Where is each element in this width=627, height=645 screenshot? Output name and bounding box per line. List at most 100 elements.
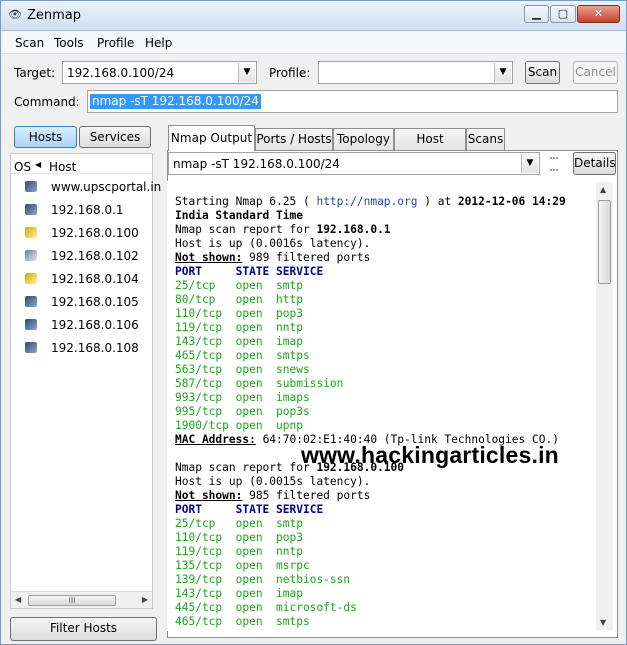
- command-value: nmap -sT 192.168.0.100/24: [90, 94, 261, 109]
- host-name: 192.168.0.1: [51, 203, 124, 217]
- nmap-output-text[interactable]: Starting Nmap 6.25 ( http://nmap.org ) a…: [167, 181, 595, 631]
- host-row[interactable]: 192.168.0.105: [11, 291, 152, 313]
- eye-icon: 👁: [8, 8, 22, 21]
- output-selector-value: nmap -sT 192.168.0.100/24: [173, 157, 340, 171]
- output-segment: MAC Address:: [175, 433, 256, 446]
- menu-profile[interactable]: Profile: [97, 36, 134, 50]
- output-segment: Host is up (0.0015s latency).: [175, 475, 371, 488]
- output-line: 143/tcp open imap: [175, 587, 303, 600]
- os-icon: [25, 319, 37, 330]
- os-icon: [25, 204, 37, 215]
- sort-arrow-icon: ◀: [35, 160, 42, 169]
- output-line: Starting Nmap 6.25 ( http://nmap.org ) a…: [175, 195, 566, 208]
- tab-nmap-output[interactable]: Nmap Output: [168, 125, 255, 151]
- output-line: 119/tcp open nntp: [175, 545, 303, 558]
- output-line: Host is up (0.0016s latency).: [175, 237, 370, 250]
- chevron-down-icon[interactable]: ▼: [238, 63, 255, 82]
- os-icon: [25, 342, 37, 353]
- output-segment: 119/tcp open nntp: [175, 545, 303, 558]
- output-segment: 139/tcp open netbios-ssn: [175, 573, 351, 586]
- output-segment: 995/tcp open pop3s: [175, 405, 310, 418]
- host-row[interactable]: 192.168.0.100: [11, 222, 152, 244]
- target-combo[interactable]: 192.168.0.100/24 ▼: [62, 61, 257, 84]
- command-label: Command:: [14, 95, 80, 109]
- output-line: 80/tcp open http: [175, 293, 303, 306]
- scroll-left-icon[interactable]: ◀: [15, 595, 21, 604]
- column-os[interactable]: OS: [14, 160, 31, 174]
- output-line: 119/tcp open nntp: [175, 321, 303, 334]
- output-segment: 110/tcp open pop3: [175, 307, 303, 320]
- host-name: 192.168.0.108: [51, 341, 139, 355]
- output-segment: 563/tcp open snews: [175, 363, 310, 376]
- output-segment: 119/tcp open nntp: [175, 321, 303, 334]
- output-segment: PORT STATE SERVICE: [175, 503, 324, 516]
- output-line: 465/tcp open smtps: [175, 615, 310, 628]
- close-button[interactable]: ✕: [577, 5, 620, 23]
- output-segment: 110/tcp open pop3: [175, 531, 303, 544]
- host-list: OS ◀ Host www.upscportal.in 192.168.0.1 19…: [10, 153, 161, 609]
- host-row[interactable]: 192.168.0.102: [11, 245, 152, 267]
- tab-ports-hosts[interactable]: Ports / Hosts: [255, 128, 333, 150]
- tab-scans[interactable]: Scans: [466, 128, 505, 150]
- hosts-toggle[interactable]: Hosts: [14, 126, 77, 148]
- chevron-down-icon[interactable]: ▼: [521, 154, 538, 173]
- host-name: 192.168.0.104: [51, 272, 139, 286]
- menu-bar: Scan Tools Profile Help: [1, 32, 626, 54]
- menu-help[interactable]: Help: [145, 36, 172, 50]
- chevron-down-icon[interactable]: ▼: [494, 63, 511, 82]
- tab-host-details[interactable]: Host Details: [394, 128, 466, 166]
- host-row[interactable]: www.upscportal.in: [11, 176, 161, 198]
- column-host[interactable]: Host: [49, 160, 76, 174]
- output-segment: 587/tcp open submission: [175, 377, 344, 390]
- output-segment: Starting Nmap 6.25 (: [175, 195, 317, 208]
- host-name: www.upscportal.in: [51, 180, 162, 194]
- menu-tools[interactable]: Tools: [54, 36, 84, 50]
- host-name: 192.168.0.100: [51, 226, 139, 240]
- output-selector[interactable]: nmap -sT 192.168.0.100/24 ▼: [168, 152, 540, 175]
- title-bar: 👁 Zenmap ▁ ▢ ✕: [1, 1, 626, 31]
- output-segment: India Standard Time: [175, 209, 303, 222]
- output-line: 110/tcp open pop3: [175, 531, 303, 544]
- scroll-up-icon[interactable]: ▲: [600, 185, 606, 194]
- target-label: Target:: [14, 66, 56, 80]
- output-segment: 25/tcp open smtp: [175, 517, 303, 530]
- output-segment: Not shown:: [175, 251, 243, 264]
- output-segment: 2012-12-06 14:29: [457, 195, 566, 208]
- details-button[interactable]: Details: [573, 152, 616, 175]
- profile-combo[interactable]: ▼: [318, 61, 513, 84]
- scroll-thumb[interactable]: [598, 200, 611, 284]
- tab-topology[interactable]: Topology: [333, 128, 394, 150]
- maximize-button[interactable]: ▢: [550, 5, 576, 23]
- output-segment: 989 filtered ports: [242, 251, 371, 264]
- scan-button[interactable]: Scan: [525, 61, 560, 84]
- menu-scan[interactable]: Scan: [15, 36, 44, 50]
- output-segment: 143/tcp open imap: [175, 335, 303, 348]
- output-segment: 80/tcp open http: [175, 293, 303, 306]
- output-line: India Standard Time: [175, 209, 303, 222]
- output-scrollbar[interactable]: ▲ ▼: [596, 182, 613, 630]
- output-line: PORT STATE SERVICE: [175, 265, 323, 278]
- output-segment: http://nmap.org: [316, 195, 418, 208]
- output-segment: ) at: [417, 195, 458, 208]
- host-list-scrollbar[interactable]: ◀ III ▶: [11, 591, 152, 608]
- services-toggle[interactable]: Services: [79, 126, 151, 148]
- filter-hosts-button[interactable]: Filter Hosts: [10, 617, 157, 641]
- output-line: 110/tcp open pop3: [175, 307, 303, 320]
- scroll-down-icon[interactable]: ▼: [600, 618, 606, 627]
- host-row[interactable]: 192.168.0.1: [11, 199, 152, 221]
- scroll-right-icon[interactable]: ▶: [142, 595, 148, 604]
- os-icon: [25, 273, 37, 284]
- output-line: Host is up (0.0015s latency).: [175, 475, 370, 488]
- output-line: 25/tcp open smtp: [175, 517, 303, 530]
- scroll-thumb[interactable]: III: [28, 595, 116, 606]
- host-row[interactable]: 192.168.0.108: [11, 337, 152, 359]
- minimize-button[interactable]: ▁: [524, 5, 549, 23]
- output-line: 995/tcp open pop3s: [175, 405, 310, 418]
- command-input[interactable]: nmap -sT 192.168.0.100/24: [87, 90, 618, 113]
- output-segment: 25/tcp open smtp: [175, 279, 303, 292]
- cancel-button[interactable]: Cancel: [573, 61, 618, 84]
- host-row[interactable]: 192.168.0.106: [11, 314, 152, 336]
- output-line: 563/tcp open snews: [175, 363, 310, 376]
- host-list-header: OS ◀ Host: [11, 154, 152, 174]
- host-row[interactable]: 192.168.0.104: [11, 268, 152, 290]
